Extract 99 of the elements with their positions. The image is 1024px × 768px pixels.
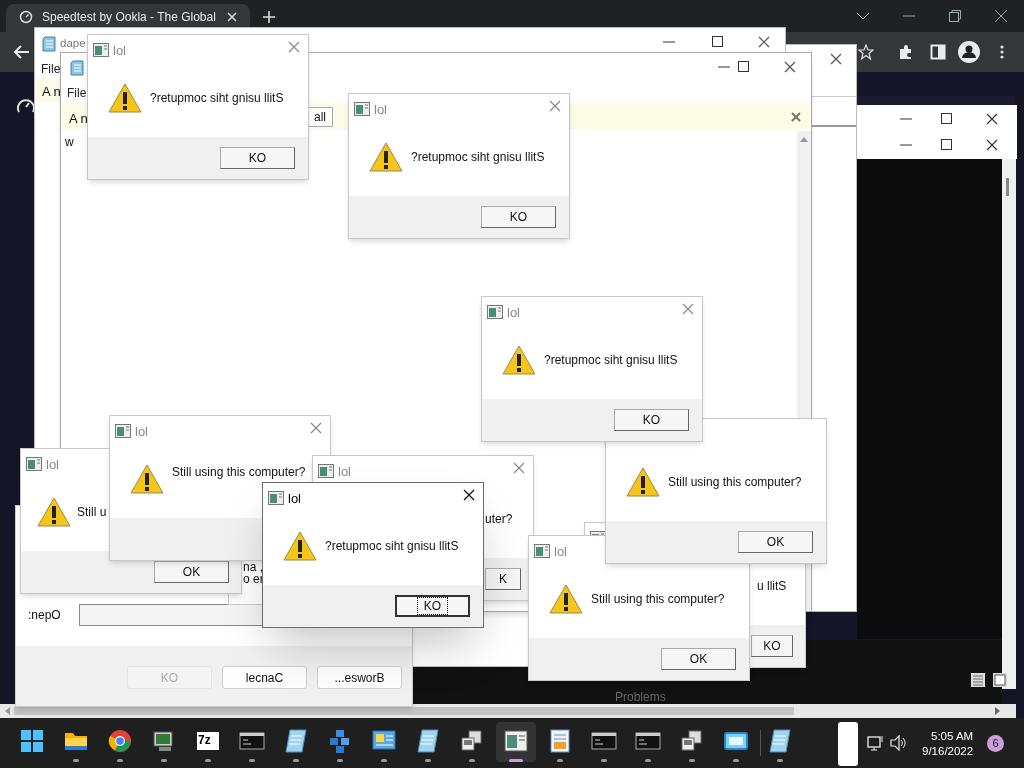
- back-arrow-icon[interactable]: [12, 44, 30, 60]
- maximize-icon[interactable]: [939, 112, 953, 126]
- warning-icon: [283, 531, 317, 561]
- dialog-button[interactable]: KO: [220, 147, 295, 169]
- star-icon[interactable]: [858, 44, 874, 60]
- plus-icon[interactable]: [262, 10, 276, 24]
- computers-icon: [679, 728, 705, 754]
- taskbar-button[interactable]: [496, 722, 536, 762]
- close-icon[interactable]: [985, 138, 999, 152]
- gauge-icon: [19, 10, 33, 24]
- warning-icon: [549, 584, 583, 614]
- round-logo-icon: [107, 728, 133, 754]
- dialog-button[interactable]: OK: [661, 648, 736, 670]
- warning-icon: [502, 345, 536, 375]
- notice-text: A n: [42, 85, 61, 98]
- dialog-button[interactable]: KO: [751, 635, 793, 657]
- window-text: na ,: [243, 561, 263, 573]
- document-text: w: [65, 136, 74, 148]
- close-icon[interactable]: [985, 112, 999, 126]
- app-icon: [93, 43, 109, 57]
- puzzle-icon[interactable]: [898, 44, 914, 60]
- notepad-icon: [42, 36, 56, 52]
- menu-item[interactable]: File: [41, 63, 61, 75]
- app-icon: [26, 457, 42, 471]
- restore-icon[interactable]: [948, 9, 962, 23]
- dialog-message: ?retupmoc siht gnisu llitS: [325, 540, 459, 552]
- close-icon[interactable]: [757, 35, 771, 49]
- dialog-button[interactable]: lecnaC: [222, 666, 307, 689]
- taskbar-button[interactable]: 7z: [188, 722, 228, 762]
- dialog-message: ?retupmoc siht gnisu llitS: [544, 354, 678, 366]
- app-icon: [534, 544, 550, 558]
- tab-title: Speedtest by Ookla - The Global: [42, 11, 216, 23]
- computers-icon: [459, 728, 485, 754]
- dialog-message: uter?: [485, 513, 513, 525]
- dialog-title: lol: [46, 458, 59, 471]
- icon-label: 7z: [198, 734, 211, 746]
- app-icon: [354, 102, 370, 116]
- dialog-title: lol: [338, 465, 351, 478]
- close-icon[interactable]: [829, 52, 843, 66]
- volume-icon[interactable]: [890, 735, 908, 751]
- network-icon[interactable]: [867, 734, 885, 752]
- app-icon: [318, 464, 334, 478]
- maximize-icon[interactable]: [939, 138, 953, 152]
- dialog-message: Still using this computer?: [668, 476, 802, 488]
- dialog-button[interactable]: KO: [614, 409, 689, 431]
- dialog-message: ?retupmoc siht gnisu llitS: [150, 92, 284, 104]
- warning-icon: [37, 497, 71, 527]
- app-window-icon: [503, 728, 529, 754]
- notice-text: A n: [69, 112, 88, 125]
- dialog-title: lol: [113, 44, 126, 57]
- clock-time[interactable]: 5:05 AM: [931, 731, 974, 743]
- warning-icon: [130, 464, 164, 494]
- clock-date[interactable]: 9/16/2022: [922, 746, 974, 758]
- notification-badge[interactable]: 6: [987, 735, 1004, 752]
- chevron-down-icon[interactable]: [856, 10, 870, 22]
- maximize-icon[interactable]: [736, 60, 750, 74]
- app-icon: [487, 305, 503, 319]
- blank-tile: [838, 722, 858, 766]
- window-title: dape: [60, 38, 86, 50]
- square-icon[interactable]: [992, 672, 1008, 688]
- dialog-button[interactable]: OK: [738, 531, 813, 553]
- dialog-title: lol: [374, 103, 387, 116]
- dialog-button[interactable]: KO: [481, 206, 556, 228]
- notice-button[interactable]: all: [307, 107, 333, 127]
- maximize-icon[interactable]: [710, 35, 724, 49]
- dialog-message: Still using this computer?: [591, 593, 725, 605]
- profile-icon[interactable]: [958, 41, 980, 63]
- dialog-message: u llitS: [757, 580, 787, 592]
- warning-icon: [626, 467, 660, 497]
- app-icon: [268, 491, 284, 505]
- dialog-button[interactable]: ...esworB: [317, 666, 402, 689]
- menu-item[interactable]: File: [67, 87, 87, 99]
- app-icon: [115, 424, 131, 438]
- close-icon[interactable]: [994, 9, 1008, 23]
- dialog-title: lol: [135, 425, 148, 438]
- warning-icon: [108, 83, 142, 113]
- sidebar-icon[interactable]: [930, 44, 946, 60]
- notepad-icon: [70, 60, 84, 76]
- dialog-title: lol: [554, 545, 567, 558]
- more-icon[interactable]: [999, 44, 1005, 60]
- close-icon[interactable]: [462, 488, 476, 502]
- notepad-icon: [415, 728, 441, 754]
- close-icon[interactable]: [783, 60, 797, 74]
- dialog-message: ?retupmoc siht gnisu llitS: [411, 151, 545, 163]
- field-label: :nepO: [28, 609, 61, 621]
- list-icon[interactable]: [970, 672, 986, 688]
- document-icon: [547, 728, 573, 754]
- notepad-icon: [767, 728, 793, 754]
- dialog-message: Still u: [77, 506, 107, 518]
- dialog-title: lol: [507, 306, 520, 319]
- dialog-button[interactable]: KO: [395, 595, 470, 617]
- dialog-button[interactable]: K: [485, 568, 521, 590]
- warning-icon: [369, 142, 403, 172]
- dialog-button[interactable]: OK: [154, 561, 229, 583]
- dialog-message: Still using this computer?: [172, 466, 306, 478]
- notepad-icon: [283, 728, 309, 754]
- dialog-title: lol: [288, 492, 301, 505]
- scroll-right-icon[interactable]: [994, 706, 1002, 716]
- start-icon: [19, 728, 45, 754]
